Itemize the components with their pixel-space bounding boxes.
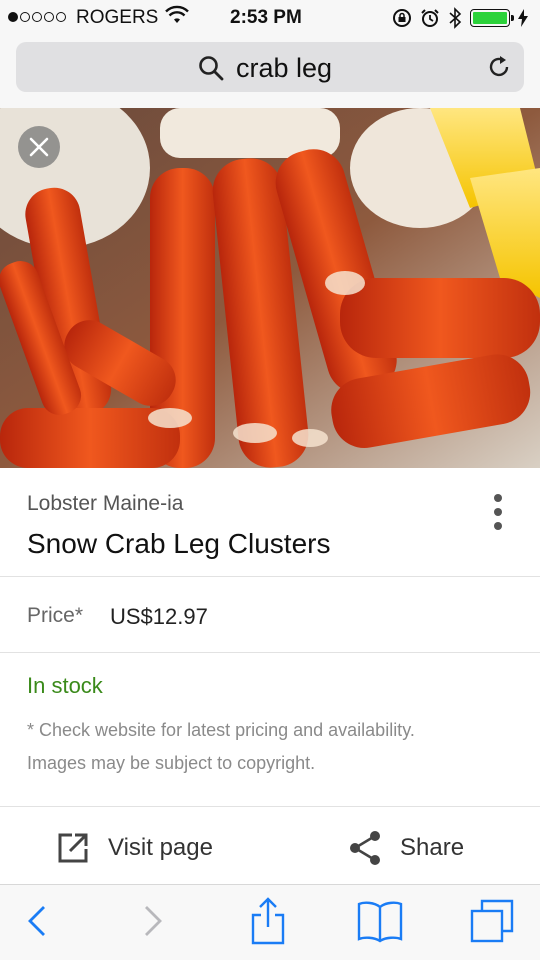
search-icon	[199, 56, 224, 81]
price-label: Price*	[27, 604, 84, 627]
carrier-name: ROGERS	[76, 7, 159, 28]
more-options-icon[interactable]	[488, 494, 508, 530]
divider	[0, 576, 540, 577]
tabs-icon[interactable]	[470, 899, 514, 943]
product-image	[0, 108, 540, 468]
product-title: Snow Crab Leg Clusters	[27, 528, 331, 559]
back-icon[interactable]	[24, 901, 50, 941]
charging-icon	[518, 9, 528, 27]
alarm-icon	[421, 9, 439, 27]
reload-icon[interactable]	[486, 54, 512, 80]
battery-icon	[470, 9, 514, 27]
address-bar[interactable]: crab leg	[16, 42, 524, 92]
disclaimer-line-2: Images may be subject to copyright.	[27, 753, 316, 773]
crab-legs-image	[0, 108, 540, 468]
visit-page-label: Visit page	[108, 834, 213, 861]
visit-page-button[interactable]: Visit page	[56, 820, 213, 876]
share-button[interactable]: Share	[348, 820, 464, 876]
price-value: US$12.97	[110, 604, 208, 629]
wifi-icon	[165, 5, 189, 23]
close-icon	[29, 137, 49, 157]
disclaimer-line-1: * Check website for latest pricing and a…	[27, 720, 415, 740]
stock-status: In stock	[27, 673, 103, 698]
share-icon[interactable]	[250, 897, 286, 945]
bluetooth-icon	[449, 7, 462, 29]
seller-name: Lobster Maine-ia	[27, 492, 184, 515]
status-time: 2:53 PM	[230, 7, 302, 28]
lock-rotation-icon	[393, 9, 411, 27]
search-query-text: crab leg	[236, 53, 333, 83]
signal-strength-icon	[8, 12, 66, 22]
disclaimer: * Check website for latest pricing and a…	[27, 714, 507, 780]
status-bar: ROGERS 2:53 PM	[0, 0, 540, 36]
divider	[0, 806, 540, 807]
close-image-button[interactable]	[18, 126, 60, 168]
share-nodes-icon	[350, 831, 380, 865]
share-label: Share	[400, 834, 465, 861]
browser-address-area: crab leg	[0, 36, 540, 108]
divider	[0, 652, 540, 653]
forward-icon[interactable]	[140, 901, 166, 941]
open-external-icon	[58, 833, 88, 863]
bookmarks-icon[interactable]	[356, 899, 404, 943]
browser-toolbar	[0, 884, 540, 960]
